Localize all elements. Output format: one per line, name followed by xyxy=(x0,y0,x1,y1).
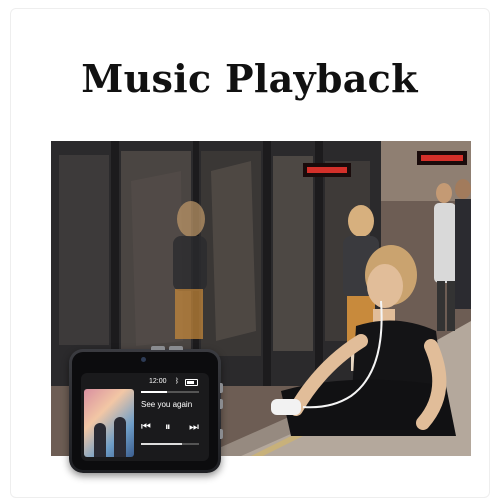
album-figure-right xyxy=(114,417,126,457)
player-screen: 12:00 ᛒ See you again ⏮ ⏸ ⏭ xyxy=(81,373,209,461)
playback-progress-bar[interactable] xyxy=(141,391,199,393)
bluetooth-icon: ᛒ xyxy=(175,378,180,385)
status-bar: 12:00 ᛒ xyxy=(149,377,207,387)
page-title: Music Playback xyxy=(81,56,418,101)
album-figure-left xyxy=(94,423,106,457)
battery-icon xyxy=(185,379,198,386)
side-button[interactable] xyxy=(220,429,223,439)
album-art[interactable] xyxy=(84,389,134,457)
playback-progress-fill xyxy=(141,391,168,393)
status-time: 12:00 xyxy=(149,378,167,385)
top-button[interactable] xyxy=(169,346,183,350)
previous-button[interactable]: ⏮ xyxy=(141,420,151,434)
volume-up-button[interactable] xyxy=(220,383,223,393)
pause-button[interactable]: ⏸ xyxy=(165,420,171,434)
song-title: See you again xyxy=(141,400,193,409)
volume-down-button[interactable] xyxy=(220,399,223,409)
next-button[interactable]: ⏭ xyxy=(189,420,199,434)
volume-bar[interactable] xyxy=(141,443,199,445)
music-player-device: 12:00 ᛒ See you again ⏮ ⏸ ⏭ xyxy=(69,346,223,473)
volume-fill xyxy=(141,443,182,445)
power-button[interactable] xyxy=(151,346,165,350)
playback-controls: ⏮ ⏸ ⏭ xyxy=(141,420,207,434)
camera-icon xyxy=(141,357,146,362)
